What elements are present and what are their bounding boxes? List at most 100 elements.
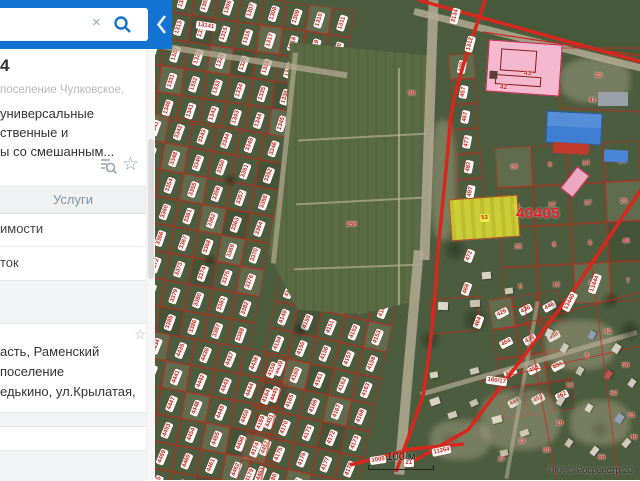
parcel-label: 467 [460, 109, 471, 124]
parcel-cell[interactable]: 448 [448, 53, 476, 80]
parcel-label: 8 [585, 352, 589, 359]
parcel-label: 3358 [257, 192, 271, 211]
selected-parcel-label: 53 [479, 213, 490, 223]
parcel-cell[interactable]: 1311 [328, 7, 355, 38]
address-line: асть, Раменский [0, 344, 100, 359]
parcel-label: 4152 [347, 322, 361, 341]
parcel-cell[interactable]: 6 [571, 222, 610, 265]
parcel-label: 4442 [193, 371, 208, 390]
tab-services[interactable]: Услуги [0, 186, 146, 214]
parcel-cell[interactable]: 487 [454, 152, 483, 180]
parcel-label: 1335 [255, 84, 269, 103]
parcel-label: 4441 [169, 367, 183, 386]
industrial-parcel-pink[interactable] [485, 39, 563, 97]
parcel-label: 1340 [160, 98, 174, 117]
collapse-sidebar-icon[interactable] [156, 14, 167, 40]
building-blue-small [603, 149, 629, 163]
parcel-cell[interactable]: 3382 [231, 292, 260, 324]
address-result[interactable]: асть, Раменский поселение едькино, ул.Кр… [0, 342, 136, 402]
parcel-label: 1312 [464, 35, 477, 53]
sidebar-scrollbar[interactable] [146, 49, 155, 480]
parcel-cell[interactable]: 21 [604, 180, 640, 223]
parcel-cell[interactable]: 3376 [236, 265, 265, 297]
parcel-label: 4171 [301, 423, 315, 442]
parcel-label: 3357 [234, 188, 248, 207]
parcel-label: 3342 [172, 122, 186, 141]
parcel-label: 13 [518, 438, 526, 445]
parcel-cell[interactable]: 26 [495, 146, 534, 188]
parcel-label: 56 [622, 362, 630, 369]
parcel-label: 1311 [335, 13, 348, 32]
parcel-label: 66 [598, 454, 606, 461]
parcel-label: 1341 [183, 101, 197, 120]
parcel-label: 3360 [158, 202, 172, 221]
parcel-label: 1307 [244, 0, 257, 19]
parcel-label: 4176 [295, 449, 310, 468]
search-icon[interactable] [113, 15, 132, 39]
parcel-label: 4178 [342, 459, 357, 478]
scale-bar: 100 м [368, 451, 434, 470]
parcel-label: 487 [463, 159, 474, 174]
parcel-label: 4157 [341, 348, 356, 367]
parcel-label: 41 [589, 97, 597, 104]
parcel-cell[interactable]: 4179 [235, 459, 265, 480]
service-item[interactable]: ток [0, 246, 146, 281]
clear-search-icon[interactable]: × [92, 14, 101, 31]
house-roof [469, 398, 479, 408]
parcel-label: 4166 [307, 396, 321, 415]
parcel-cell[interactable]: 457 [449, 78, 478, 105]
parcel-label: 4158 [365, 353, 379, 372]
parcel-cell[interactable]: 4178 [334, 452, 365, 480]
parcel-label: 4159 [265, 360, 280, 379]
parcel-label: 4437 [223, 349, 237, 368]
parcel-label: 3385 [163, 312, 177, 331]
parcel-label: 3364 [253, 218, 267, 238]
scrollbar-thumb[interactable] [148, 139, 154, 279]
quarter-number-label: 40405 [516, 205, 561, 222]
parcel-cell[interactable]: 467 [451, 103, 480, 130]
parcel-label: 37 [498, 456, 506, 463]
parcel-label: 12 [566, 382, 574, 389]
parcel-label: 43 [524, 70, 532, 77]
parcel-label: 1331 [164, 71, 178, 90]
result-title: 4 [0, 56, 10, 75]
parcel-label: 3351 [238, 161, 252, 180]
parcel-label: 3349 [191, 153, 205, 172]
parcel-label: 3348 [167, 149, 181, 168]
parcel-cell[interactable]: 8 [535, 224, 574, 266]
section-divider [0, 280, 146, 324]
parcel-label: 1306 [221, 0, 235, 16]
parcel-label: 45 [630, 434, 638, 441]
favorite-star-icon[interactable]: ☆ [122, 153, 139, 176]
parcel-label: 497 [465, 184, 476, 199]
parcel-cell[interactable]: 3364 [245, 212, 274, 244]
parcel-label: 1334 [233, 80, 246, 100]
parcel-label: 3376 [243, 272, 257, 291]
parcel-label: 436 [518, 303, 534, 317]
parcel-label: 45 [622, 237, 630, 245]
parcel-cell[interactable]: 3370 [240, 239, 270, 270]
parcel-label: 1310 [312, 10, 326, 29]
service-item[interactable]: имости [0, 212, 146, 247]
parcel-label: 4169 [254, 413, 269, 432]
house-roof [627, 378, 637, 388]
parcel-label: 3379 [168, 286, 182, 305]
parcel-label: 156 [346, 221, 357, 228]
parcel-label: 3363 [229, 214, 243, 233]
preview-icon[interactable] [98, 156, 118, 176]
parcel-label: 454 [498, 336, 514, 350]
scale-text: 100 м [386, 451, 416, 463]
parcel-cell[interactable]: 45 [607, 220, 640, 263]
parcel-label: 1316 [240, 27, 254, 46]
address-favorite-star-icon[interactable]: ☆ [134, 326, 147, 343]
parcel-label: 4153 [370, 327, 385, 346]
parcel-label: 1343 [229, 107, 242, 126]
parcel-cell[interactable]: 477 [453, 128, 481, 155]
parcel-label: 3367 [177, 233, 191, 252]
parcel-label: 14 [582, 159, 590, 167]
parcel-label: 4180 [266, 470, 281, 480]
parcel-cell[interactable]: 3358 [250, 186, 279, 217]
parcel-label: 37 [584, 199, 592, 207]
parcel-label: 9 [547, 161, 552, 169]
selected-parcel[interactable]: 53 [448, 194, 521, 242]
